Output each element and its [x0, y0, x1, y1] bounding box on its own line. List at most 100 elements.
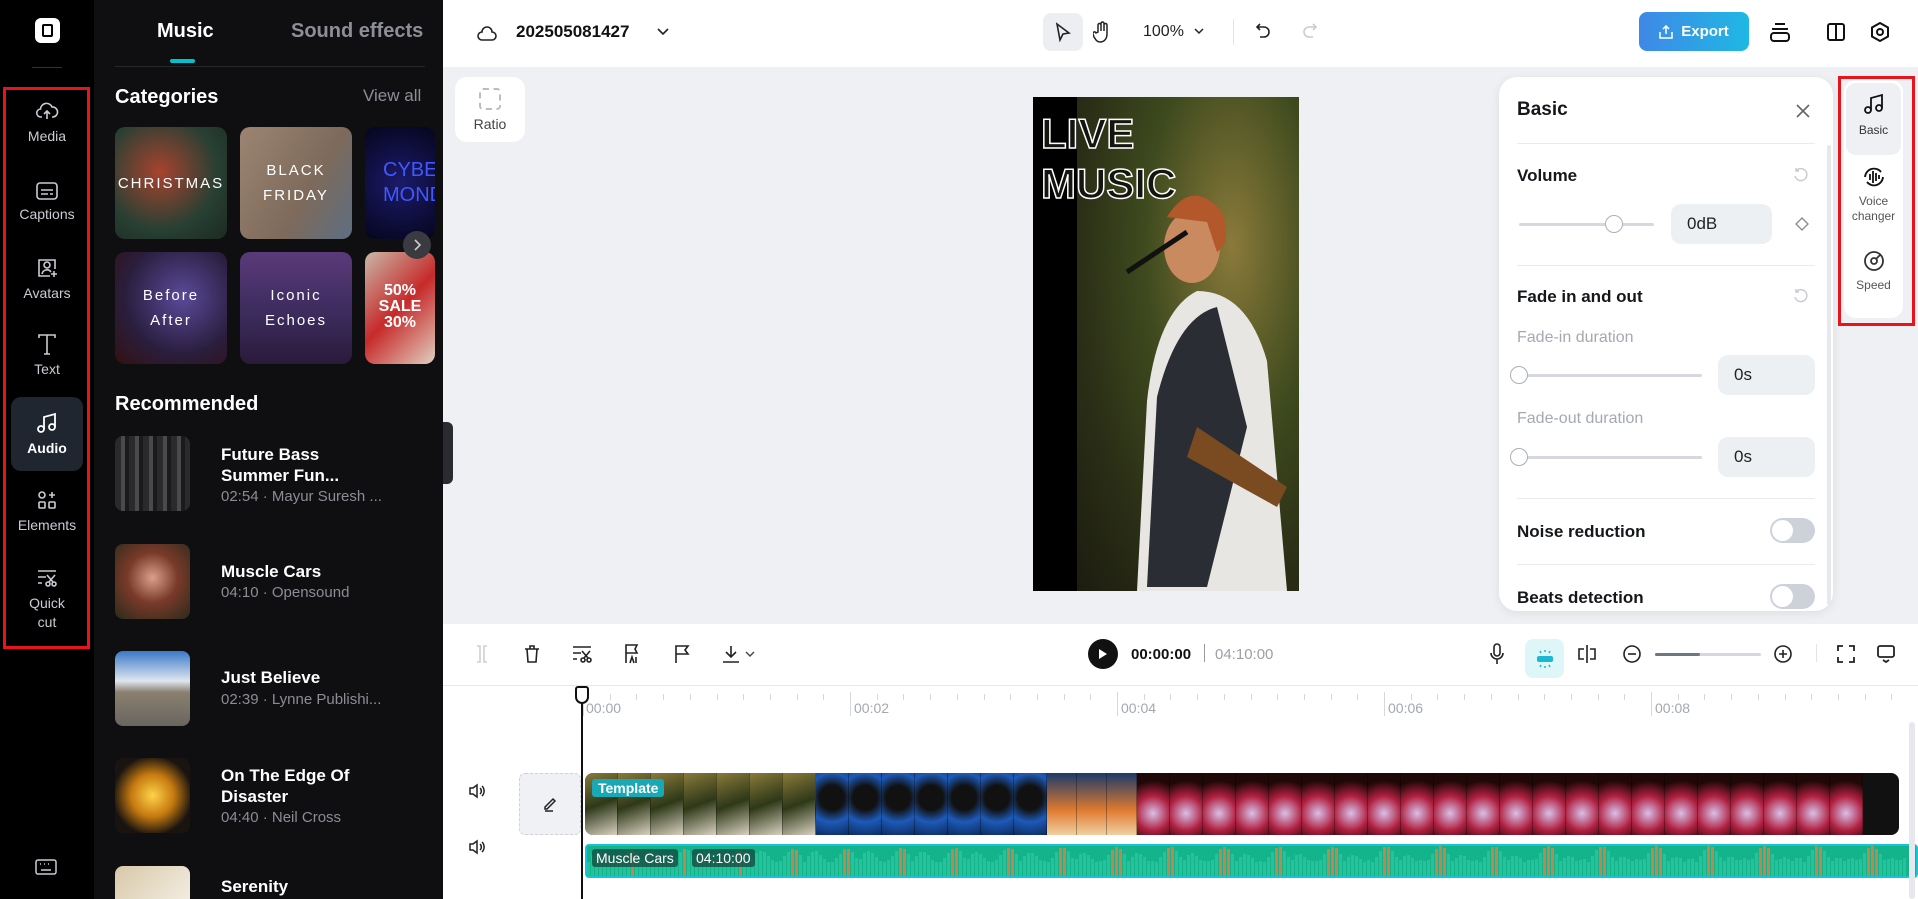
layers-icon — [1770, 23, 1790, 42]
waveform-bar — [779, 860, 782, 876]
zoom-out-button[interactable] — [1620, 642, 1644, 666]
waveform-bar — [1691, 858, 1694, 876]
zoom-level[interactable]: 100% — [1143, 23, 1184, 41]
total-time: 04:10:00 — [1215, 646, 1274, 663]
reset-volume-button[interactable] — [1791, 165, 1811, 185]
video-frame-thumbnail — [750, 773, 783, 835]
rail-item-avatars[interactable]: Avatars — [11, 242, 83, 316]
video-frame-thumbnail — [1107, 773, 1137, 835]
split-track-button[interactable] — [1575, 642, 1599, 666]
carousel-next-button[interactable] — [403, 231, 431, 259]
tab-music[interactable]: Music — [157, 20, 214, 43]
rail-item-media[interactable]: Media — [11, 85, 83, 159]
category-tile[interactable]: 50% SALE 30% — [365, 252, 435, 364]
waveform-bar — [1899, 860, 1902, 876]
layout-button[interactable] — [1824, 20, 1848, 44]
beat-sync-button[interactable] — [1525, 639, 1564, 678]
fade-out-input[interactable]: 0s — [1718, 437, 1815, 477]
category-tile[interactable]: Iconic Echoes — [240, 252, 352, 364]
keyboard-shortcuts-icon[interactable] — [34, 857, 58, 877]
rail-item-text[interactable]: Text — [11, 318, 83, 392]
song-title: Future Bass Summer Fun... — [221, 445, 340, 485]
hand-tool-button[interactable] — [1090, 20, 1114, 44]
volume-slider[interactable] — [1519, 223, 1654, 226]
rail-item-captions[interactable]: Captions — [11, 165, 83, 239]
right-rail-basic[interactable]: Basic — [1846, 83, 1901, 155]
quick-cut-button[interactable] — [570, 642, 594, 666]
redo-button[interactable] — [1298, 20, 1322, 44]
category-tile[interactable]: BLACK FRIDAY — [240, 127, 352, 239]
fade-out-slider[interactable] — [1519, 456, 1702, 459]
chevron-down-icon[interactable] — [655, 24, 671, 40]
reset-fade-button[interactable] — [1791, 286, 1811, 306]
fade-in-slider[interactable] — [1519, 374, 1702, 377]
audio-track-clip[interactable] — [585, 844, 1918, 878]
timeline-scrollbar[interactable] — [1909, 722, 1915, 899]
playhead-handle[interactable] — [575, 686, 589, 704]
ratio-button[interactable]: Ratio — [455, 77, 525, 142]
right-rail-speed[interactable]: Speed — [1846, 250, 1901, 310]
ruler-tick — [1010, 694, 1012, 700]
category-tile[interactable]: CYBER MONDAY — [365, 127, 435, 239]
list-item[interactable]: On The Edge Of Disaster 04:40 · Neil Cro… — [115, 758, 435, 838]
volume-input[interactable]: 0dB — [1671, 204, 1772, 244]
divider — [32, 67, 62, 68]
cloud-save-icon[interactable] — [475, 22, 499, 46]
list-item[interactable]: Muscle Cars 04:10 · Opensound — [115, 544, 435, 624]
beats-detection-toggle[interactable] — [1770, 584, 1815, 609]
rail-item-elements[interactable]: Elements — [11, 474, 83, 548]
ai-caption-button[interactable] — [620, 642, 644, 666]
right-rail-voice-changer[interactable]: Voice changer — [1846, 166, 1901, 236]
list-item[interactable]: Serenity — [115, 866, 435, 899]
fade-in-input[interactable]: 0s — [1718, 355, 1815, 395]
list-item[interactable]: Just Believe 02:39 · Lynne Publishi... — [115, 651, 435, 731]
waveform-bar — [1623, 856, 1626, 876]
split-button[interactable] — [470, 642, 494, 666]
record-button[interactable] — [1485, 642, 1509, 666]
delete-button[interactable] — [520, 642, 544, 666]
play-button[interactable] — [1088, 639, 1118, 669]
time-ruler[interactable] — [443, 686, 1918, 724]
video-track-clip[interactable] — [585, 773, 1899, 835]
scrollbar[interactable] — [1827, 145, 1831, 605]
mute-video-button[interactable] — [467, 781, 487, 801]
list-item[interactable]: Future Bass Summer Fun... 02:54 · Mayur … — [115, 436, 435, 516]
volume-slider-thumb[interactable] — [1604, 215, 1623, 233]
panel-collapse-handle[interactable] — [443, 422, 453, 484]
fit-timeline-button[interactable] — [1834, 642, 1858, 666]
noise-reduction-toggle[interactable] — [1770, 518, 1815, 543]
category-tile[interactable]: Before After — [115, 252, 227, 364]
select-tool-button[interactable] — [1043, 13, 1083, 51]
waveform-bar — [1679, 858, 1682, 876]
zoom-in-button[interactable] — [1771, 642, 1795, 666]
rail-item-quick-cut[interactable]: Quick cut — [11, 560, 83, 640]
app-logo[interactable] — [35, 18, 60, 43]
chevron-down-icon[interactable] — [743, 642, 757, 666]
view-all-link[interactable]: View all — [363, 86, 421, 106]
layers-button[interactable] — [1768, 20, 1792, 44]
preview-mode-button[interactable] — [1874, 642, 1898, 666]
mute-audio-button[interactable] — [467, 837, 487, 857]
video-preview[interactable]: LIVE MUSIC — [1033, 97, 1299, 591]
rail-item-audio[interactable]: Audio — [11, 397, 83, 471]
fade-in-slider-thumb[interactable] — [1510, 366, 1528, 384]
timeline-zoom-slider[interactable] — [1655, 653, 1761, 656]
close-button[interactable] — [1791, 99, 1815, 123]
ruler-tick — [1357, 694, 1359, 700]
edit-cover-button[interactable] — [519, 773, 581, 835]
waveform-bar — [855, 857, 858, 876]
export-button[interactable]: Export — [1639, 12, 1749, 51]
tab-sound-effects[interactable]: Sound effects — [291, 20, 423, 43]
download-button[interactable] — [719, 642, 743, 666]
ruler-tick — [1437, 694, 1439, 700]
chevron-down-icon[interactable] — [1192, 24, 1206, 38]
undo-button[interactable] — [1251, 20, 1275, 44]
playhead[interactable] — [581, 686, 583, 899]
category-tile[interactable]: CHRISTMAS — [115, 127, 227, 239]
marker-button[interactable] — [670, 642, 694, 666]
project-title[interactable]: 202505081427 — [516, 22, 629, 42]
keyframe-button[interactable] — [1792, 214, 1812, 234]
settings-button[interactable] — [1868, 20, 1892, 44]
fade-out-slider-thumb[interactable] — [1510, 448, 1528, 466]
waveform-bar — [987, 861, 990, 876]
